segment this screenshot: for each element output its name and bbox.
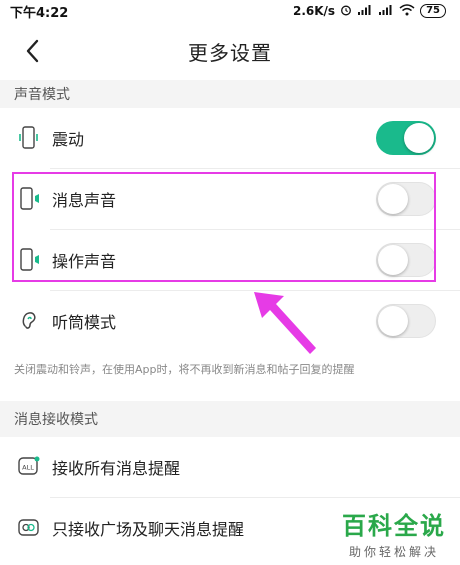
setting-label: 接收所有消息提醒 xyxy=(52,459,181,478)
chevron-left-icon xyxy=(26,39,39,63)
setting-label: 消息声音 xyxy=(52,191,117,210)
setting-label: 震动 xyxy=(52,130,85,149)
ear-icon xyxy=(16,308,42,334)
setting-label: 听筒模式 xyxy=(52,313,117,332)
setting-row-message-sound[interactable]: 消息声音 xyxy=(0,169,460,229)
phone-sound-icon xyxy=(16,186,42,212)
signal-icon-2 xyxy=(378,4,394,18)
page-title: 更多设置 xyxy=(188,40,272,65)
battery-indicator: 75 xyxy=(420,4,446,18)
message-sound-toggle[interactable] xyxy=(376,182,436,216)
toggle-knob xyxy=(404,123,434,153)
status-icons: 2.6K/s 75 xyxy=(292,3,446,19)
wifi-icon xyxy=(399,3,415,19)
phone-vibrate-icon xyxy=(16,125,42,151)
network-speed: 2.6K/s xyxy=(292,4,336,18)
alarm-icon xyxy=(340,4,352,19)
toggle-knob xyxy=(378,184,408,214)
section-header-sound: 声音模式 xyxy=(0,80,460,108)
setting-row-receive-all[interactable]: ALL 接收所有消息提醒 xyxy=(0,437,460,497)
watermark-title: 百科全说 xyxy=(342,512,446,540)
earpiece-toggle[interactable] xyxy=(376,304,436,338)
setting-row-earpiece-mode[interactable]: 听筒模式 xyxy=(0,291,460,351)
phone-sound-icon xyxy=(16,247,42,273)
toggle-knob xyxy=(378,245,408,275)
setting-row-vibrate[interactable]: 震动 xyxy=(0,108,460,168)
nav-bar: 更多设置 xyxy=(0,22,460,80)
operation-sound-toggle[interactable] xyxy=(376,243,436,277)
sound-mode-note: 关闭震动和铃声，在使用App时，将不再收到新消息和帖子回复的提醒 xyxy=(14,363,355,376)
watermark-subtitle: 助你轻松解决 xyxy=(348,545,439,559)
back-button[interactable] xyxy=(22,38,44,64)
setting-label: 操作声音 xyxy=(52,252,117,271)
watermark: 百科全说 助你轻松解决 xyxy=(342,506,446,560)
signal-icon xyxy=(357,4,373,18)
setting-row-operation-sound[interactable]: 操作声音 xyxy=(0,230,460,290)
status-time: 下午4:22 xyxy=(10,5,69,21)
section-header-receive: 消息接收模式 xyxy=(0,401,460,437)
status-bar: 下午4:22 2.6K/s 75 xyxy=(0,0,460,22)
vibrate-toggle[interactable] xyxy=(376,121,436,155)
chat-messages-icon xyxy=(16,515,42,541)
all-messages-icon: ALL xyxy=(16,454,42,480)
toggle-knob xyxy=(378,306,408,336)
all-icon-label: ALL xyxy=(22,464,34,472)
